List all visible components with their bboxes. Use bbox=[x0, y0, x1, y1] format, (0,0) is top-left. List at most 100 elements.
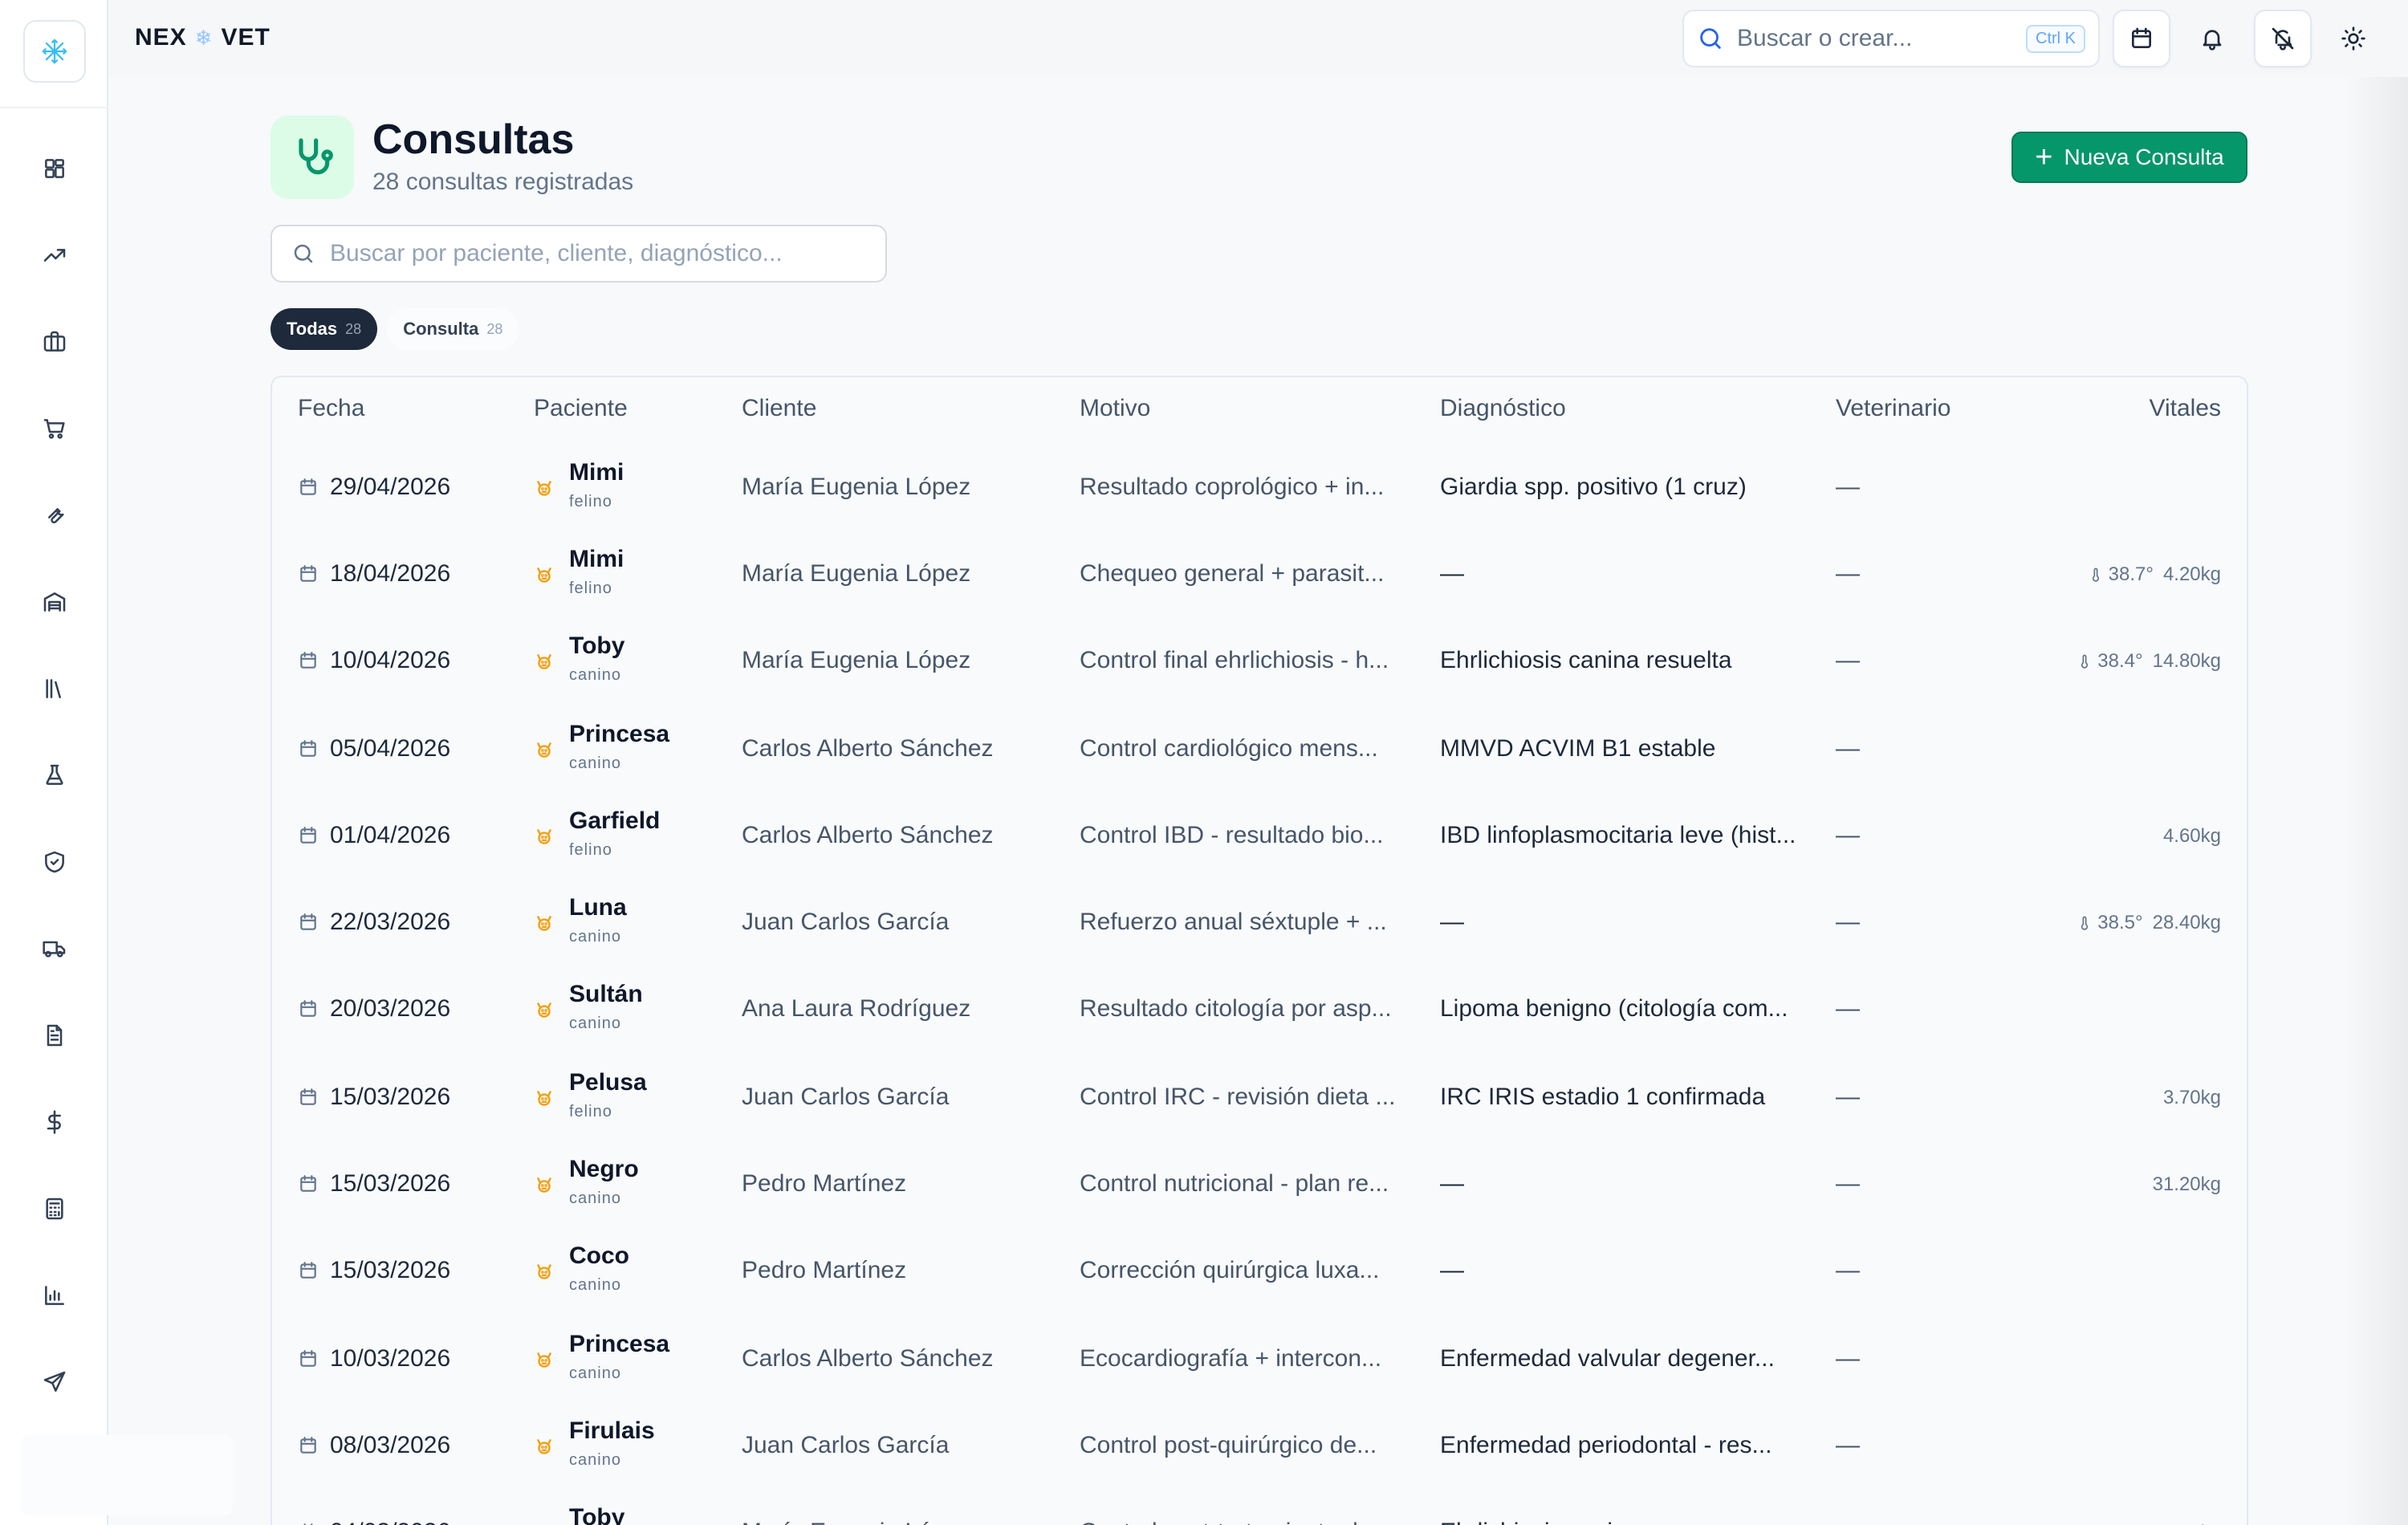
sidebar-item-briefcase[interactable] bbox=[32, 319, 77, 364]
table-row[interactable]: 01/04/2026 Garfield felino Carlos Alberto S… bbox=[272, 791, 2247, 878]
vitals: 38.9° 14.60kg bbox=[2076, 1522, 2221, 1525]
new-consultation-button[interactable]: + Nueva Consulta bbox=[2011, 132, 2247, 183]
dollar-icon bbox=[47, 1110, 61, 1134]
calendar-button[interactable] bbox=[2113, 10, 2170, 67]
sidebar-item-trending-up[interactable] bbox=[32, 233, 77, 278]
client-name[interactable]: María Eugenia López bbox=[742, 647, 970, 674]
client-name[interactable]: Carlos Alberto Sánchez bbox=[742, 1345, 994, 1372]
vitals: 38.5° 28.40kg bbox=[2076, 912, 2221, 934]
calendar-icon bbox=[300, 1437, 316, 1454]
sidebar-item-calculator[interactable] bbox=[32, 1186, 77, 1231]
table-row[interactable]: 05/04/2026 Princesa canino Carlos Alberto S… bbox=[272, 705, 2247, 791]
consultation-search-input[interactable] bbox=[330, 240, 860, 267]
sidebar-item-dollar[interactable] bbox=[32, 1100, 77, 1145]
sidebar-item-bar-chart[interactable] bbox=[32, 1273, 77, 1318]
table-row[interactable]: 10/03/2026 Princesa canino Carlos Alberto S… bbox=[272, 1315, 2247, 1401]
shield-check-icon bbox=[45, 851, 64, 873]
app-logo[interactable] bbox=[23, 20, 86, 83]
table-row[interactable]: 15/03/2026 Coco canino Pedro Martínez Correc… bbox=[272, 1226, 2247, 1313]
column-header-diagnostico[interactable]: Diagnóstico bbox=[1440, 395, 1566, 422]
notifications-button[interactable] bbox=[2183, 10, 2241, 67]
table-row[interactable]: 15/03/2026 Pelusa felino Juan Carlos García… bbox=[272, 1053, 2247, 1140]
client-name[interactable]: María Eugenia López bbox=[742, 560, 970, 588]
table-row[interactable]: 04/03/2026TobycaninoMaría Eugenia LópezC… bbox=[272, 1488, 2247, 1525]
theme-toggle-button[interactable] bbox=[2325, 10, 2382, 67]
patient-name[interactable]: Mimi bbox=[569, 546, 624, 573]
weight-value: 28.40kg bbox=[2152, 912, 2221, 933]
sidebar-item-document[interactable] bbox=[32, 1013, 77, 1058]
client-name[interactable]: Carlos Alberto Sánchez bbox=[742, 735, 994, 762]
patient-name[interactable]: Princesa bbox=[569, 721, 669, 748]
sidebar-item-flask[interactable] bbox=[32, 753, 77, 798]
client-name[interactable]: Juan Carlos García bbox=[742, 909, 949, 936]
global-search[interactable]: Buscar o crear... Ctrl K bbox=[1682, 10, 2100, 67]
column-header-paciente[interactable]: Paciente bbox=[534, 395, 628, 422]
sidebar-item-cart[interactable] bbox=[32, 406, 77, 451]
patient-name[interactable]: Firulais bbox=[569, 1417, 655, 1445]
consultation-date: 15/03/2026 bbox=[330, 1170, 451, 1197]
filter-count: 28 bbox=[486, 320, 503, 337]
brand[interactable]: NEX ❄ VET bbox=[135, 24, 270, 51]
column-header-motivo[interactable]: Motivo bbox=[1080, 395, 1150, 422]
vitals: 3.70kg bbox=[2163, 1087, 2221, 1109]
column-header-fecha[interactable]: Fecha bbox=[298, 395, 364, 422]
sidebar-item-library[interactable] bbox=[32, 666, 77, 711]
table-row[interactable]: 08/03/2026 Firulais canino Juan Carlos Garc… bbox=[272, 1401, 2247, 1488]
table-row[interactable]: 22/03/2026 Luna canino Juan Carlos García Re… bbox=[272, 878, 2247, 965]
consultation-search[interactable] bbox=[270, 225, 887, 283]
calculator-icon bbox=[46, 1198, 63, 1220]
patient-name[interactable]: Princesa bbox=[569, 1331, 669, 1358]
patient-name[interactable]: Mimi bbox=[569, 459, 624, 486]
table-row[interactable]: 29/04/2026 Mimi felino María Eugenia López R… bbox=[272, 443, 2247, 530]
mute-notifications-button[interactable] bbox=[2254, 10, 2312, 67]
paw-icon bbox=[534, 827, 555, 848]
filter-tab-consulta[interactable]: Consulta 28 bbox=[387, 308, 519, 350]
consultation-reason: Chequeo general + parasit... bbox=[1080, 560, 1385, 587]
patient-name[interactable]: Sultán bbox=[569, 981, 643, 1008]
paw-icon bbox=[534, 478, 555, 499]
client-name[interactable]: María Eugenia López bbox=[742, 1519, 970, 1525]
client-name[interactable]: Pedro Martínez bbox=[742, 1257, 906, 1284]
table-row[interactable]: 10/04/2026 Toby canino María Eugenia López C… bbox=[272, 616, 2247, 703]
consultation-reason: Resultado citología por asp... bbox=[1080, 995, 1392, 1022]
sidebar-item-send[interactable] bbox=[32, 1360, 77, 1405]
paw-icon bbox=[534, 1437, 555, 1458]
client-name[interactable]: Juan Carlos García bbox=[742, 1432, 949, 1459]
sidebar-item-shield-check[interactable] bbox=[32, 840, 77, 885]
client-name[interactable]: Juan Carlos García bbox=[742, 1084, 949, 1111]
patient-name[interactable]: Luna bbox=[569, 894, 627, 921]
paw-icon bbox=[534, 565, 555, 586]
client-name[interactable]: María Eugenia López bbox=[742, 474, 970, 501]
table-row[interactable]: 15/03/2026 Negro canino Pedro Martínez Contr… bbox=[272, 1140, 2247, 1226]
column-header-veterinario[interactable]: Veterinario bbox=[1836, 395, 1950, 422]
client-name[interactable]: Ana Laura Rodríguez bbox=[742, 995, 970, 1023]
filter-tab-todas[interactable]: Todas 28 bbox=[270, 308, 378, 350]
sidebar-item-warehouse[interactable] bbox=[32, 580, 77, 624]
sidebar-item-truck[interactable] bbox=[32, 926, 77, 971]
bar-chart-icon bbox=[45, 1286, 64, 1305]
snowflake-icon: ❄ bbox=[194, 25, 214, 50]
column-header-vitales[interactable]: Vitales bbox=[2149, 395, 2221, 422]
column-header-cliente[interactable]: Cliente bbox=[742, 395, 816, 422]
patient-name[interactable]: Negro bbox=[569, 1156, 639, 1183]
patient-name[interactable]: Coco bbox=[569, 1242, 629, 1270]
send-icon bbox=[43, 1371, 66, 1392]
sidebar-item-dashboard[interactable] bbox=[32, 146, 77, 191]
table-row[interactable]: 20/03/2026 Sultán canino Ana Laura Rodrígue… bbox=[272, 965, 2247, 1051]
patient-name[interactable]: Pelusa bbox=[569, 1069, 647, 1096]
table-row[interactable]: 18/04/2026 Mimi felino María Eugenia López C… bbox=[272, 530, 2247, 616]
weight-value: 14.60kg bbox=[2153, 1522, 2221, 1525]
plus-icon: + bbox=[2035, 140, 2053, 174]
search-icon bbox=[294, 244, 313, 263]
patient-name[interactable]: Toby bbox=[569, 1504, 624, 1525]
patient-name[interactable]: Toby bbox=[569, 632, 624, 660]
consultation-reason: Refuerzo anual séxtuple + ... bbox=[1080, 909, 1387, 935]
client-name[interactable]: Carlos Alberto Sánchez bbox=[742, 822, 994, 849]
veterinarian: — bbox=[1836, 1519, 1860, 1525]
patient-name[interactable]: Garfield bbox=[569, 807, 660, 835]
date-cell: 08/03/2026 bbox=[298, 1432, 450, 1459]
truck-icon bbox=[43, 941, 66, 958]
diagnosis: IBD linfoplasmocitaria leve (hist... bbox=[1440, 822, 1796, 848]
client-name[interactable]: Pedro Martínez bbox=[742, 1170, 906, 1198]
sidebar-item-wrench[interactable] bbox=[32, 493, 77, 538]
